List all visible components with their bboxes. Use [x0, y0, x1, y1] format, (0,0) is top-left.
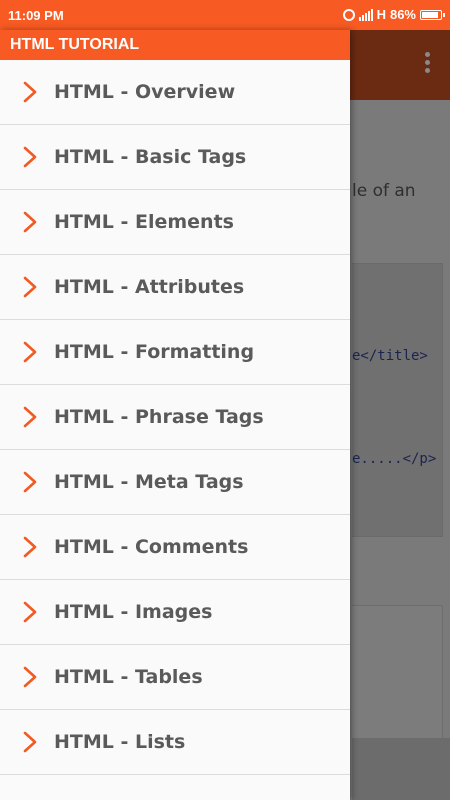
navigation-drawer: HTML TUTORIAL HTML - Overview HTML - Bas…: [0, 30, 350, 800]
drawer-item-label: HTML - Overview: [54, 81, 236, 103]
chevron-right-icon: [23, 666, 37, 688]
background-code-block-2: [352, 605, 443, 747]
code-line: e</title>: [352, 348, 428, 364]
drawer-item-overview[interactable]: HTML - Overview: [0, 60, 350, 125]
drawer-item-lists[interactable]: HTML - Lists: [0, 710, 350, 775]
drawer-item-label: HTML - Basic Tags: [54, 146, 247, 168]
status-bar: 11:09 PM H 86%: [0, 0, 450, 30]
drawer-item-label: HTML - Lists: [54, 731, 186, 753]
drawer-item-tables[interactable]: HTML - Tables: [0, 645, 350, 710]
status-icons: H 86%: [342, 7, 445, 22]
network-type: H: [376, 7, 386, 22]
chevron-right-icon: [23, 146, 37, 168]
overflow-menu-icon[interactable]: [424, 52, 430, 78]
chevron-right-icon: [23, 81, 37, 103]
chevron-right-icon: [23, 341, 37, 363]
background-code-block: e</title> e.....</p>: [352, 263, 443, 537]
code-line: e.....</p>: [352, 451, 437, 467]
chevron-right-icon: [23, 601, 37, 623]
drawer-item-comments[interactable]: HTML - Comments: [0, 515, 350, 580]
drawer-item-images[interactable]: HTML - Images: [0, 580, 350, 645]
battery-icon: [420, 9, 445, 20]
drawer-item-label: HTML - Images: [54, 601, 213, 623]
drawer-item-phrase-tags[interactable]: HTML - Phrase Tags: [0, 385, 350, 450]
drawer-item-label: HTML - Tables: [54, 666, 203, 688]
background-text: le of an: [352, 181, 416, 201]
drawer-item-meta-tags[interactable]: HTML - Meta Tags: [0, 450, 350, 515]
signal-icon: [358, 8, 373, 21]
drawer-item-formatting[interactable]: HTML - Formatting: [0, 320, 350, 385]
alarm-icon: [342, 8, 355, 21]
chevron-right-icon: [23, 536, 37, 558]
drawer-item-label: HTML - Elements: [54, 211, 234, 233]
chevron-right-icon: [23, 276, 37, 298]
chevron-right-icon: [23, 471, 37, 493]
chevron-right-icon: [23, 406, 37, 428]
battery-percent: 86%: [389, 7, 416, 22]
drawer-item-label: HTML - Meta Tags: [54, 471, 244, 493]
drawer-item-basic-tags[interactable]: HTML - Basic Tags: [0, 125, 350, 190]
drawer-item-label: HTML - Phrase Tags: [54, 406, 264, 428]
drawer-item-label: HTML - Comments: [54, 536, 249, 558]
status-time: 11:09 PM: [8, 8, 64, 23]
background-bottom-bar: [352, 738, 450, 800]
drawer-list: HTML - Overview HTML - Basic Tags HTML -…: [0, 60, 350, 775]
drawer-title: HTML TUTORIAL: [0, 30, 350, 60]
chevron-right-icon: [23, 211, 37, 233]
drawer-item-label: HTML - Attributes: [54, 276, 245, 298]
chevron-right-icon: [23, 731, 37, 753]
drawer-item-attributes[interactable]: HTML - Attributes: [0, 255, 350, 320]
drawer-item-label: HTML - Formatting: [54, 341, 255, 363]
drawer-item-elements[interactable]: HTML - Elements: [0, 190, 350, 255]
